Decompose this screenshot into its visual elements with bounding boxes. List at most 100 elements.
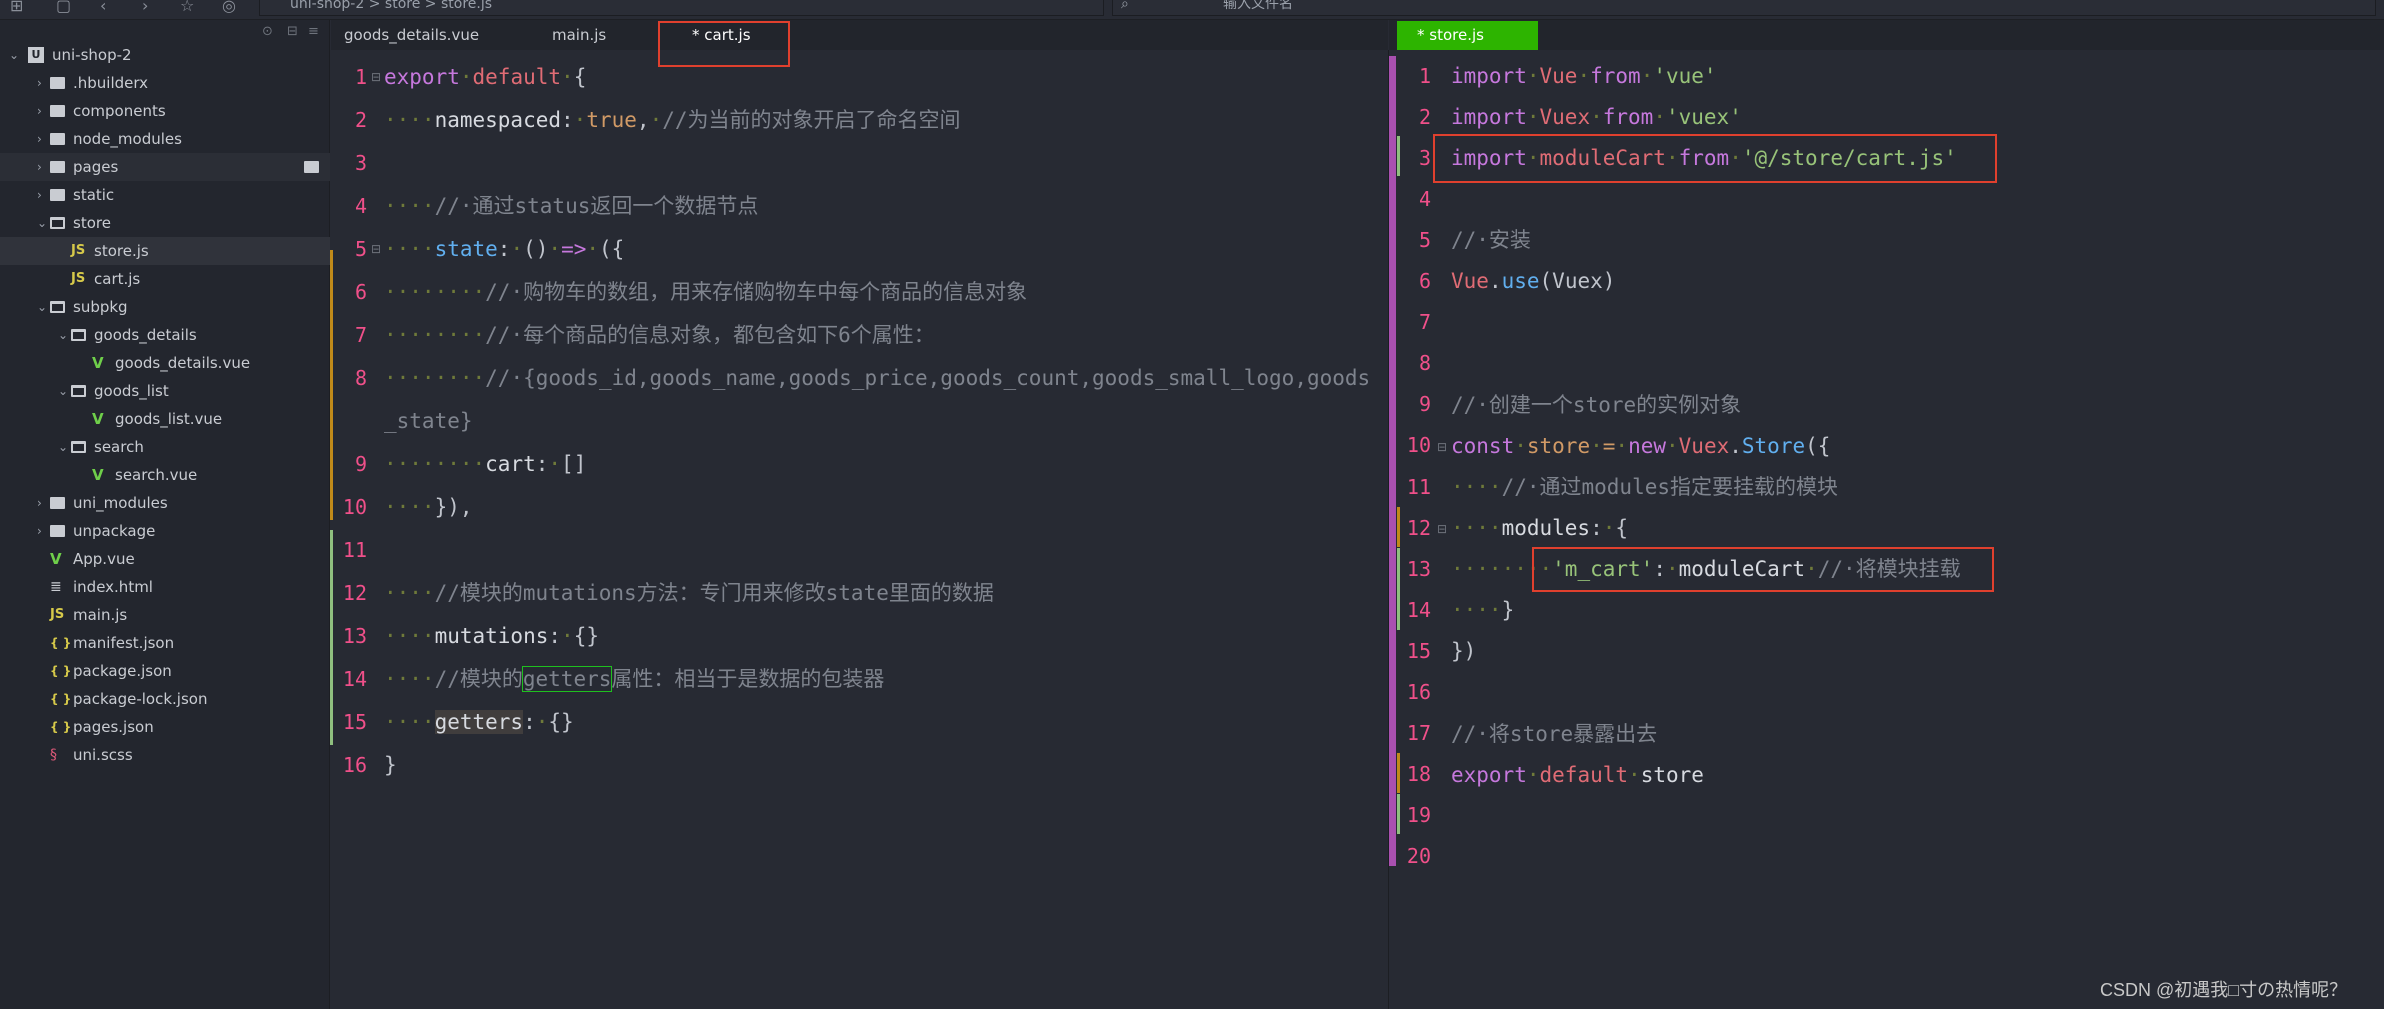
tree-item[interactable]: { } pages.json — [0, 713, 330, 741]
code-line[interactable]: ····//模块的mutations方法：专门用来修改state里面的数据 — [384, 572, 1374, 615]
left-code-area[interactable]: export·default·{····namespaced:·true,·//… — [384, 56, 1374, 787]
save-icon[interactable]: ▢ — [56, 0, 71, 15]
file-search-input[interactable]: ⌕ 输入文件名 — [1112, 0, 2376, 16]
code-line[interactable]: import·Vuex·from·'vuex' — [1451, 97, 2371, 138]
code-line[interactable] — [1451, 796, 2371, 837]
code-line[interactable]: ········//·购物车的数组，用来存储购物车中每个商品的信息对象 — [384, 271, 1374, 314]
run-icon[interactable]: ◎ — [222, 0, 236, 15]
code-line[interactable]: ········cart:·[] — [384, 443, 1374, 486]
chevron-right-icon[interactable]: › — [37, 181, 42, 209]
code-line[interactable]: ····} — [1451, 590, 2371, 631]
menu-icon[interactable]: ≡ — [308, 24, 319, 39]
chevron-down-icon[interactable]: ⌄ — [37, 293, 47, 321]
tree-item[interactable]: Vgoods_list.vue — [0, 405, 330, 433]
code-line[interactable] — [384, 142, 1374, 185]
code-line[interactable]: ····mutations:·{} — [384, 615, 1374, 658]
code-line[interactable]: ····getters:·{} — [384, 701, 1374, 744]
code-line[interactable] — [1451, 303, 2371, 344]
tree-item[interactable]: › components — [0, 97, 330, 125]
tree-item[interactable]: ⌄ goods_list — [0, 377, 330, 405]
tree-item[interactable]: › pages — [0, 153, 330, 181]
code-token: : — [523, 710, 536, 734]
tree-item[interactable]: › uni_modules — [0, 489, 330, 517]
chevron-right-icon[interactable]: › — [37, 517, 42, 545]
code-line[interactable] — [1451, 672, 2371, 713]
tree-item[interactable]: Vsearch.vue — [0, 461, 330, 489]
chevron-right-icon[interactable]: › — [37, 69, 42, 97]
code-line[interactable]: //·安装 — [1451, 220, 2371, 261]
tab-goods-details-vue[interactable]: goods_details.vue — [344, 20, 479, 50]
tree-item[interactable]: JS main.js — [0, 601, 330, 629]
chevron-right-icon[interactable]: › — [37, 97, 42, 125]
tree-item[interactable]: JS store.js — [0, 237, 330, 265]
tab-main-js[interactable]: main.js — [552, 20, 606, 50]
code-line[interactable]: ····//模块的getters属性：相当于是数据的包装器 — [384, 658, 1374, 701]
code-line[interactable]: }) — [1451, 631, 2371, 672]
code-line[interactable]: import·Vue·from·'vue' — [1451, 56, 2371, 97]
tree-item[interactable]: › node_modules — [0, 125, 330, 153]
tree-item[interactable]: ≣ index.html — [0, 573, 330, 601]
tree-item[interactable]: { } package-lock.json — [0, 685, 330, 713]
tree-item[interactable]: ⌄ store — [0, 209, 330, 237]
tree-item[interactable]: { } manifest.json — [0, 629, 330, 657]
code-line[interactable]: ····//·通过modules指定要挂载的模块 — [1451, 467, 2371, 508]
code-line[interactable]: ····}), — [384, 486, 1374, 529]
code-line[interactable]: } — [384, 744, 1374, 787]
chevron-right-icon[interactable]: › — [37, 489, 42, 517]
fold-icon[interactable]: ⊟ — [371, 242, 381, 256]
tree-item[interactable]: § uni.scss — [0, 741, 330, 769]
fold-icon[interactable]: ⊟ — [1437, 522, 1447, 536]
tree-item-label: index.html — [73, 578, 153, 596]
breadcrumb-item[interactable]: store.js — [441, 0, 492, 12]
code-line[interactable]: //·创建一个store的实例对象 — [1451, 385, 2371, 426]
tree-item[interactable]: ⌄ search — [0, 433, 330, 461]
code-line[interactable] — [1451, 344, 2371, 385]
chevron-right-icon[interactable]: › — [37, 153, 42, 181]
chevron-down-icon[interactable]: ⌄ — [9, 41, 19, 69]
code-line[interactable]: ····//·通过status返回一个数据节点 — [384, 185, 1374, 228]
tree-item[interactable]: › .hbuilderx — [0, 69, 330, 97]
star-icon[interactable]: ☆ — [180, 0, 194, 15]
code-line[interactable] — [1451, 837, 2371, 878]
tree-item[interactable]: { } package.json — [0, 657, 330, 685]
code-line[interactable] — [384, 529, 1374, 572]
code-line[interactable]: ····state:·()·=>·({ — [384, 228, 1374, 271]
code-line[interactable]: const·store·=·new·Vuex.Store({ — [1451, 426, 2371, 467]
code-line[interactable]: Vue.use(Vuex) — [1451, 261, 2371, 302]
breadcrumb-item[interactable]: uni-shop-2 — [290, 0, 364, 12]
breadcrumb-item[interactable]: store — [385, 0, 420, 12]
tree-item[interactable]: ⌄ goods_details — [0, 321, 330, 349]
code-line[interactable]: ········//·{goods_id,goods_name,goods_pr… — [384, 357, 1374, 443]
code-token: default — [472, 65, 562, 89]
fold-icon[interactable]: ⊟ — [371, 70, 381, 84]
code-line[interactable]: ········//·每个商品的信息对象，都包含如下6个属性： — [384, 314, 1374, 357]
code-token: ({ — [599, 237, 625, 261]
chevron-down-icon[interactable]: ⌄ — [58, 377, 68, 405]
tree-item[interactable]: JS cart.js — [0, 265, 330, 293]
new-file-icon[interactable]: ⊞ — [10, 0, 23, 15]
back-icon[interactable]: ‹ — [100, 0, 106, 15]
fold-icon[interactable]: ⊟ — [1437, 440, 1447, 454]
locate-icon[interactable]: ⊙ — [262, 24, 273, 39]
tree-item[interactable]: ⌄ subpkg — [0, 293, 330, 321]
tree-item[interactable]: › static — [0, 181, 330, 209]
collapse-icon[interactable]: ⊟ — [287, 24, 298, 39]
chevron-down-icon[interactable]: ⌄ — [58, 433, 68, 461]
code-line[interactable]: export·default·{ — [384, 56, 1374, 99]
chevron-down-icon[interactable]: ⌄ — [58, 321, 68, 349]
tree-item[interactable]: ⌄ Uuni-shop-2 — [0, 41, 330, 69]
code-line[interactable] — [1451, 179, 2371, 220]
code-line[interactable]: ····namespaced:·true,·//为当前的对象开启了命名空间 — [384, 99, 1374, 142]
chevron-right-icon[interactable]: › — [37, 125, 42, 153]
open-folder-icon[interactable] — [304, 161, 319, 173]
forward-icon[interactable]: › — [142, 0, 148, 15]
tree-item[interactable]: V App.vue — [0, 545, 330, 573]
code-line[interactable]: //·将store暴露出去 — [1451, 714, 2371, 755]
tree-item[interactable]: › unpackage — [0, 517, 330, 545]
code-line[interactable]: export·default·store — [1451, 755, 2371, 796]
line-number: 10 — [1406, 433, 1431, 458]
tab-store-js[interactable]: * store.js — [1397, 21, 1538, 50]
code-line[interactable]: ····modules:·{ — [1451, 508, 2371, 549]
chevron-down-icon[interactable]: ⌄ — [37, 209, 47, 237]
tree-item[interactable]: Vgoods_details.vue — [0, 349, 330, 377]
